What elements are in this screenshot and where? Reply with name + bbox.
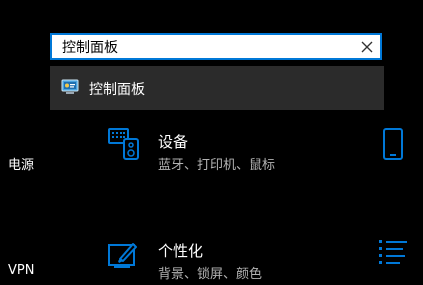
nav-item-vpn[interactable]: VPN [8, 263, 34, 278]
tile-personalization[interactable]: 个性化 背景、锁屏、颜色 [108, 240, 328, 285]
tile-personalization-description: 背景、锁屏、颜色 [158, 267, 263, 282]
suggestion-control-panel[interactable]: 控制面板 [50, 66, 384, 110]
search-suggestions: 控制面板 [50, 66, 384, 110]
clear-search-button[interactable] [358, 38, 376, 56]
tile-devices-title: 设备 [158, 133, 189, 151]
apps-list-icon[interactable] [378, 238, 408, 268]
control-panel-icon [61, 79, 79, 94]
tile-personalization-title: 个性化 [158, 242, 204, 260]
settings-window: 控制面板 电源 VPN 设备 蓝牙、打印机、鼠标 [0, 0, 423, 285]
tile-devices[interactable]: 设备 蓝牙、打印机、鼠标 [108, 127, 328, 177]
personalization-icon [108, 243, 137, 268]
nav-item-power[interactable]: 电源 [8, 154, 34, 173]
search-box[interactable] [50, 33, 382, 60]
tile-devices-description: 蓝牙、打印机、鼠标 [158, 158, 276, 173]
suggestion-label: 控制面板 [89, 82, 145, 98]
phone-icon[interactable] [383, 128, 403, 160]
devices-icon [108, 128, 139, 160]
search-input[interactable] [62, 38, 352, 56]
close-icon [361, 41, 373, 53]
